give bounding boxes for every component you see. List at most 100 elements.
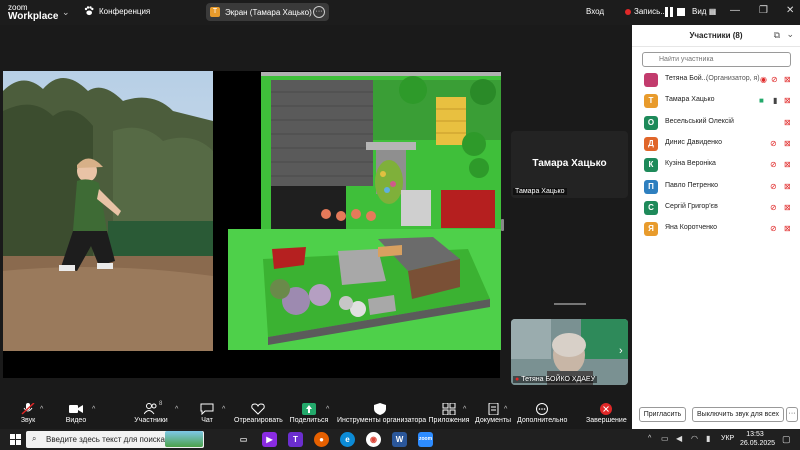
taskbar-search-placeholder: Введите здесь текст для поиска (46, 435, 165, 444)
video-off-icon[interactable]: ⊠ (784, 75, 791, 84)
react-button[interactable]: Отреагировать (234, 398, 283, 429)
host-tools-label: Инструменты организатора (337, 417, 427, 424)
participants-label: Участники (134, 417, 168, 424)
end-label: Завершение (586, 417, 627, 424)
participant-row[interactable]: С Сергій Григор'єв ⊘ ⊠ (632, 198, 800, 218)
video-off-icon[interactable]: ⊠ (784, 139, 791, 148)
word-icon[interactable]: W (392, 432, 407, 447)
more-options-icon[interactable]: ··· (313, 6, 325, 18)
video-options-icon[interactable]: ^ (92, 406, 95, 413)
tile-divider[interactable] (554, 303, 586, 305)
share-screen-button[interactable]: Поделиться (289, 398, 329, 429)
video-off-icon[interactable]: ⊠ (784, 118, 791, 127)
windows-start-icon[interactable] (10, 434, 21, 445)
muted-mic-icon[interactable]: ⊘ (770, 160, 777, 169)
close-icon[interactable]: ✕ (786, 5, 794, 16)
video-editor-app-icon[interactable]: ▶ (262, 432, 277, 447)
speaker-icon[interactable]: ◀ (676, 434, 682, 443)
participant-search-input[interactable] (642, 52, 791, 67)
wifi-icon[interactable]: ◠ (691, 434, 698, 443)
muted-mic-icon[interactable]: ⊘ (770, 203, 777, 212)
participants-button[interactable]: Участники (133, 398, 169, 429)
video-on-icon[interactable]: ■ (759, 96, 764, 105)
network-icon[interactable]: ▭ (661, 434, 669, 443)
restore-icon[interactable]: ❐ (759, 5, 768, 16)
edge-icon[interactable]: e (340, 432, 355, 447)
muted-mic-icon[interactable]: ⊘ (770, 224, 777, 233)
video-off-icon[interactable]: ⊠ (784, 160, 791, 169)
meeting-menu[interactable]: Конференция (84, 6, 150, 16)
muted-mic-icon[interactable]: ⊘ (771, 75, 778, 84)
garden-plan-3dview (228, 229, 501, 350)
firefox-icon[interactable]: ● (314, 432, 329, 447)
audio-label: Звук (20, 417, 36, 424)
panel-more-button[interactable]: ··· (786, 407, 798, 422)
participant-name: Тамара Хацько (665, 96, 715, 104)
chat-options-icon[interactable]: ^ (222, 406, 225, 413)
docs-options-icon[interactable]: ^ (504, 406, 507, 413)
video-button[interactable]: Видео (62, 398, 90, 429)
invite-button[interactable]: Пригласить (639, 407, 686, 422)
screen-share-pill[interactable]: Т Экран (Тамара Хацько) ··· (206, 3, 329, 21)
apps-button[interactable]: Приложения (428, 398, 470, 429)
participant-name: Кузіна Вероніка (665, 160, 716, 168)
muted-mic-icon[interactable]: ⊘ (770, 182, 777, 191)
video-off-icon[interactable]: ⊠ (784, 182, 791, 191)
avatar (644, 73, 658, 87)
chevron-down-icon[interactable]: ⌄ (62, 7, 70, 18)
participant-row[interactable]: Я Яна Коротченко ⊘ ⊠ (632, 219, 800, 239)
speaker-tile[interactable]: Тамара Хацько Тамара Хацько (511, 131, 628, 198)
participant-name: Павло Петренко (665, 181, 719, 189)
stop-recording-icon[interactable] (677, 8, 685, 16)
notification-icon[interactable]: ▢ (782, 434, 791, 445)
chrome-icon[interactable]: ◉ (366, 432, 381, 447)
video-tile[interactable]: ● Тетяна БОЙКО ХДАЕУ (511, 319, 628, 385)
avatar: К (644, 158, 658, 173)
teams-app-icon[interactable]: T (288, 432, 303, 447)
participant-row[interactable]: П Павло Петренко ⊘ ⊠ (632, 177, 800, 197)
avatar: Т (644, 94, 658, 109)
resize-handle[interactable] (501, 219, 504, 231)
docs-button[interactable]: Документы (475, 398, 511, 429)
video-off-icon[interactable]: ⊠ (784, 96, 791, 105)
muted-mic-icon[interactable]: ⊘ (770, 139, 777, 148)
avatar: Я (644, 222, 658, 237)
zoom-workplace-logo[interactable]: zoom Workplace (8, 3, 58, 22)
chat-button[interactable]: Чат (196, 398, 218, 429)
login-link[interactable]: Вход (586, 7, 604, 16)
zoom-app-icon[interactable]: zoom (418, 432, 433, 447)
chevron-down-icon[interactable]: ⌄ (786, 29, 794, 40)
end-meeting-button[interactable]: Завершение (586, 398, 627, 429)
more-button[interactable]: Дополнительно (517, 398, 567, 429)
participant-row[interactable]: О Весельський Олексій ⊠ (632, 113, 800, 133)
participant-row[interactable]: Тетяна Бой... (Организатор, я) ◉ ⊘ ⊠ (632, 70, 800, 90)
chevron-right-icon[interactable]: › (619, 345, 623, 357)
popout-icon[interactable]: ⧉ (774, 30, 780, 41)
battery-icon[interactable]: ▮ (706, 434, 710, 443)
view-menu[interactable]: Вид ▦ (692, 7, 716, 16)
weather-widget-icon[interactable] (165, 431, 203, 447)
participant-role: (Организатор, я) (706, 75, 760, 82)
chevron-up-icon[interactable]: ^ (648, 435, 651, 442)
task-view-icon[interactable]: ▭ (236, 432, 251, 447)
participant-row[interactable]: Т Тамара Хацько ■ ▮ ⊠ (632, 91, 800, 111)
share-options-icon[interactable]: ^ (326, 406, 329, 413)
keyboard-language[interactable]: УКР (721, 435, 734, 442)
pause-recording-icon[interactable] (664, 7, 674, 17)
video-off-icon[interactable]: ⊠ (784, 224, 791, 233)
participant-row[interactable]: Д Динис Давиденко ⊘ ⊠ (632, 134, 800, 154)
mute-all-button[interactable]: Выключить звук для всех (692, 407, 784, 422)
audio-button[interactable]: Звук (14, 398, 42, 429)
apps-options-icon[interactable]: ^ (463, 406, 466, 413)
apps-grid-icon (442, 403, 456, 415)
video-off-icon[interactable]: ⊠ (784, 203, 791, 212)
audio-options-icon[interactable]: ^ (40, 406, 43, 413)
participants-options-icon[interactable]: ^ (175, 406, 178, 413)
taskbar-clock[interactable]: 13:53 26.05.2025 (740, 430, 775, 448)
more-label: Дополнительно (517, 417, 568, 424)
window-titlebar: zoom Workplace ⌄ Конференция Т Экран (Та… (0, 0, 800, 25)
participant-row[interactable]: К Кузіна Вероніка ⊘ ⊠ (632, 155, 800, 175)
host-tools-button[interactable]: Инструменты организатора (337, 398, 427, 429)
minimize-icon[interactable]: — (730, 5, 740, 16)
mic-on-icon[interactable]: ▮ (773, 96, 777, 105)
